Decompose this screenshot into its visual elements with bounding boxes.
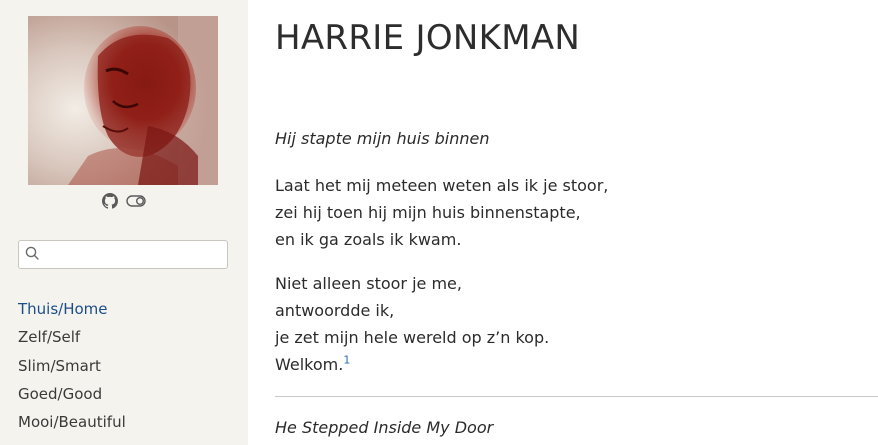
author-portrait [28, 16, 218, 185]
main-content: HARRIE JONKMAN Hij stapte mijn huis binn… [248, 0, 878, 445]
section-divider [275, 396, 878, 397]
toggle-icon[interactable] [126, 194, 146, 208]
poem-title-english: He Stepped Inside My Door [275, 418, 494, 437]
poem-line: antwoordde ik, [275, 301, 395, 320]
footnote-link[interactable]: 1 [343, 354, 350, 367]
poem-line-text: Welkom. [275, 355, 344, 374]
stanza-1: Laat het mij meteen weten als ik je stoo… [275, 172, 608, 253]
nav-item-smart[interactable]: Slim/Smart [18, 352, 126, 380]
nav-item-home[interactable]: Thuis/Home [18, 295, 126, 323]
poem-line: zei hij toen hij mijn huis binnenstapte, [275, 203, 581, 222]
search-icon [25, 245, 39, 264]
nav-item-beautiful[interactable]: Mooi/Beautiful [18, 408, 126, 436]
search-field[interactable] [18, 240, 228, 269]
sidebar: Thuis/Home Zelf/Self Slim/Smart Goed/Goo… [0, 0, 248, 445]
poem-line: en ik ga zoals ik kwam. [275, 230, 462, 249]
site-title[interactable]: HARRIE JONKMAN [275, 18, 580, 58]
page-layout: Thuis/Home Zelf/Self Slim/Smart Goed/Goo… [0, 0, 878, 445]
stanza-2: Niet alleen stoor je me, antwoordde ik, … [275, 270, 549, 378]
nav-item-good[interactable]: Goed/Good [18, 380, 126, 408]
github-icon[interactable] [102, 193, 118, 209]
search-input[interactable] [43, 246, 217, 263]
sidebar-nav: Thuis/Home Zelf/Self Slim/Smart Goed/Goo… [18, 295, 126, 436]
poem-line: Niet alleen stoor je me, [275, 274, 462, 293]
poem-line-last: Welkom.1 [275, 351, 549, 378]
poem-line: Laat het mij meteen weten als ik je stoo… [275, 176, 609, 195]
nav-item-self[interactable]: Zelf/Self [18, 323, 126, 351]
poem-title-dutch: Hij stapte mijn huis binnen [275, 129, 490, 148]
sidebar-icon-row [0, 193, 248, 209]
poem-line: je zet mijn hele wereld op z’n kop. [275, 328, 550, 347]
